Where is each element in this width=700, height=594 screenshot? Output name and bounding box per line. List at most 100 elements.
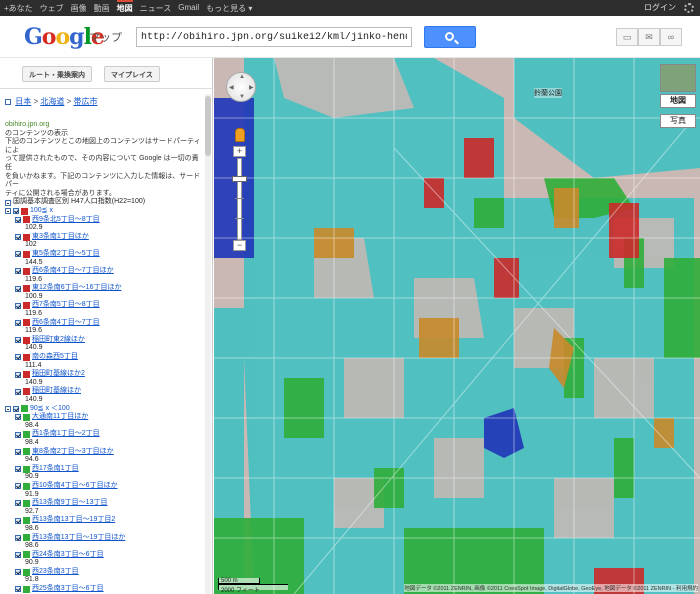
layer-item-checkbox[interactable] [15,586,21,593]
topbar-link-news[interactable]: ニュース [140,3,172,14]
layer-item-checkbox[interactable] [15,302,21,309]
link-icon[interactable]: ∞ [660,28,682,46]
collapse-icon[interactable] [5,405,11,412]
map-canvas[interactable]: 鈴蘭公園 ▲ ◀ ▶ ▼ + − 地図 写真 500 m 2000 フィート 地… [214,58,700,594]
breadcrumb-hokkaido[interactable]: 北海道 [40,97,64,106]
map-copyright: 地図データ ©2011 ZENRIN, 画像 ©2011 CnesSpot Im… [404,584,698,592]
search-button[interactable] [424,26,476,48]
mail-icon[interactable]: ✉ [638,28,660,46]
zoom-in-button[interactable]: + [233,146,246,157]
layer-group-label[interactable]: 90≦ x ＜100 [30,405,70,414]
layer-item-link[interactable]: 西1条南1丁目〜2丁目 [32,430,100,439]
scrollbar-thumb[interactable] [205,96,211,156]
layer-item-link[interactable]: 西23条南3丁目 [32,568,79,577]
zoom-handle[interactable] [232,176,247,182]
color-swatch-icon [23,319,30,327]
layer-item-link[interactable]: 西13条南9丁目〜13丁目 [32,499,107,508]
color-swatch-icon [23,285,30,293]
layer-item-link[interactable]: 西24条南3丁目〜6丁目 [32,551,104,560]
layer-item-checkbox[interactable] [15,551,21,558]
layer-group-label[interactable]: 100≦ x [30,207,53,216]
layer-item-link[interactable]: 大通南11丁目ほか [32,413,88,422]
zoom-slider[interactable] [237,158,242,240]
layer-item-checkbox[interactable] [15,337,21,344]
color-swatch-icon [23,302,30,310]
topbar-link-maps[interactable]: 地図 [116,0,133,14]
layer-item-link[interactable]: 西17条南1丁目 [32,465,79,474]
photo-type-button[interactable]: 写真 [660,114,696,128]
layer-item-link[interactable]: 稲田町東2線ほか [32,336,85,345]
layer-item-checkbox[interactable] [15,251,21,258]
breadcrumb-obihiro[interactable]: 帯広市 [73,97,97,106]
print-icon[interactable]: ▭ [616,28,638,46]
topbar-link-plus[interactable]: +あなた [4,3,33,14]
topbar-link-gmail[interactable]: Gmail [178,3,199,14]
layer-item-link[interactable]: 南の森西5丁目 [32,353,78,362]
notice-line: 下記のコンテンツとこの地図上のコンテンツはサードパーティによ [5,138,201,154]
login-link[interactable]: ログイン [644,2,676,13]
topbar-link-images[interactable]: 画像 [71,3,87,14]
pegman-icon[interactable] [235,128,245,142]
layer-item-checkbox[interactable] [15,371,21,378]
satellite-thumbnail[interactable] [660,64,696,92]
layer-item-checkbox[interactable] [15,500,21,507]
layer-item-value: 94.6 [25,456,39,464]
layer-item-checkbox[interactable] [15,388,21,395]
layer-item-checkbox[interactable] [15,466,21,473]
sidebar: ルート・乗換案内 マイプレイス 日本 > 北海道 > 帯広市 obihiro.j… [0,58,213,594]
layer-item-checkbox[interactable] [15,448,21,455]
layer-item-link[interactable]: 東5条南2丁目〜5丁目 [32,250,100,259]
layer-item-checkbox[interactable] [15,285,21,292]
topbar-link-more[interactable]: もっと見る ▾ [206,3,252,14]
pan-control[interactable]: ▲ ◀ ▶ ▼ [226,72,256,102]
layer-item-checkbox[interactable] [15,431,21,438]
layer-item-checkbox[interactable] [15,234,21,241]
layer-item-link[interactable]: 西13条南13丁目〜19丁目2 [32,516,115,525]
topbar-link-videos[interactable]: 動画 [94,3,110,14]
breadcrumb-japan[interactable]: 日本 [15,97,31,106]
directions-button[interactable]: ルート・乗換案内 [22,66,92,82]
layer-item-link[interactable]: 西13条南13丁目〜19丁目ほか [32,534,125,543]
layer-item-checkbox[interactable] [15,354,21,361]
thematic-overlay [214,58,700,594]
layer-item-link[interactable]: 西9条北5丁目〜8丁目 [32,216,100,225]
layer-item-link[interactable]: 稲田町基線ほか2 [32,370,85,379]
map-type-button[interactable]: 地図 [660,94,696,108]
pan-up-icon[interactable]: ▲ [239,74,245,80]
search-input[interactable] [136,27,412,47]
layer-item-checkbox[interactable] [15,268,21,275]
collapse-icon[interactable] [5,208,11,215]
layer-item-link[interactable]: 西7条南5丁目〜8丁目 [32,301,100,310]
topbar-link-web[interactable]: ウェブ [40,3,64,14]
layer-item-link[interactable]: 西6条南4丁目〜7丁目 [32,319,100,328]
gear-icon[interactable] [684,2,694,13]
layer-item-checkbox[interactable] [15,414,21,421]
layer-item-checkbox[interactable] [15,483,21,490]
layer-item-link[interactable]: 西10条南4丁目〜6丁目ほか [32,482,118,491]
layer-item-link[interactable]: 稲田町基線ほか [32,387,81,396]
layer-item-link[interactable]: 東12条南6丁目〜16丁目ほか [32,284,121,293]
layer-item: 西6条南4丁目〜7丁目 [5,319,205,328]
pan-left-icon[interactable]: ◀ [229,84,234,91]
layer-item-checkbox[interactable] [15,569,21,576]
collapse-icon[interactable] [5,199,11,206]
layer-item-checkbox[interactable] [15,216,21,223]
layer-item-checkbox[interactable] [15,534,21,541]
layer-checkbox[interactable] [13,405,19,412]
layer-item-link[interactable]: 西25条南3丁目〜6丁目 [32,585,104,594]
layer-item-link[interactable]: 東8条南2丁目〜3丁目ほか [32,448,114,457]
layer-item-link[interactable]: 西6条南4丁目〜7丁目ほか [32,267,114,276]
maps-header: Google マップ ▭ ✉ ∞ [0,16,700,58]
layer-item-link[interactable]: 東3条南1丁目ほか [32,233,89,242]
pan-down-icon[interactable]: ▼ [239,94,245,100]
zoom-out-button[interactable]: − [233,240,246,251]
layer-item-checkbox[interactable] [15,517,21,524]
layer-checkbox[interactable] [13,208,19,215]
expand-icon[interactable] [5,98,11,105]
my-places-button[interactable]: マイプレイス [104,66,160,82]
layer-item-value: 140.9 [25,396,43,403]
source-link[interactable]: obihiro.jpn.org [5,121,205,130]
layer-item-checkbox[interactable] [15,319,21,326]
pan-right-icon[interactable]: ▶ [249,84,254,91]
sidebar-scrollbar[interactable] [205,94,211,594]
